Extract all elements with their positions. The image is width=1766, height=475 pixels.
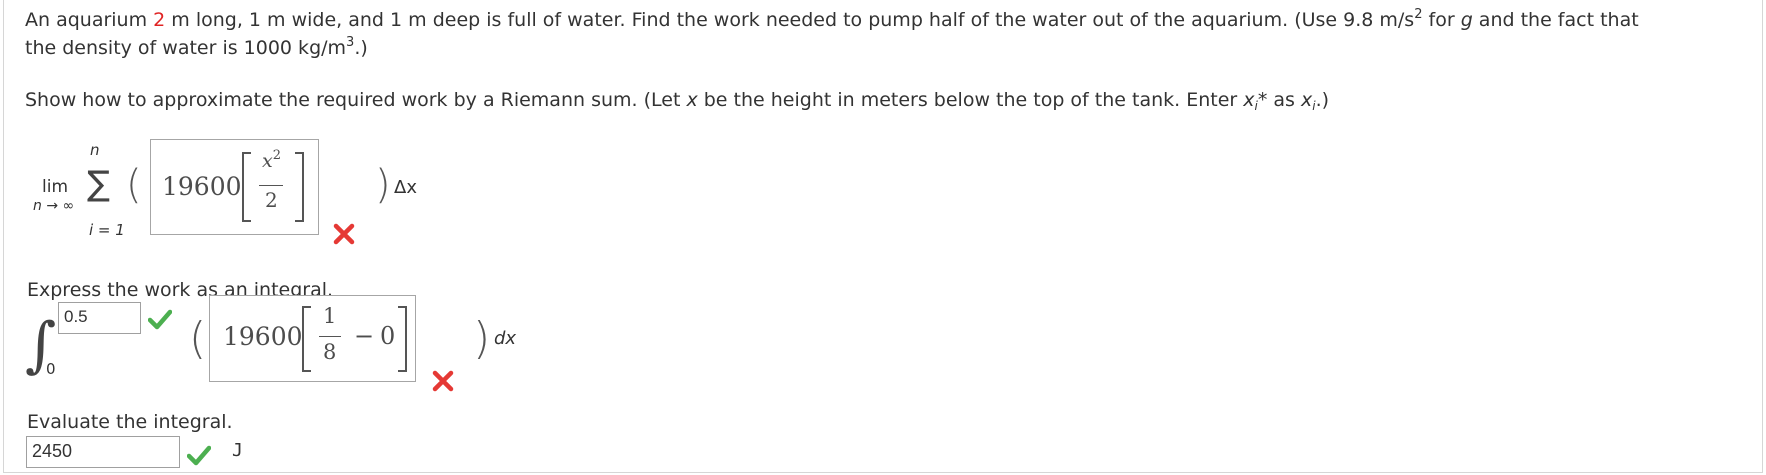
question-text: .)	[1315, 89, 1330, 111]
problem-text: .)	[354, 37, 368, 59]
question-panel	[3, 0, 1763, 473]
question-text: as	[1267, 89, 1301, 111]
answer-coefficient: 19600	[162, 172, 242, 201]
cross-icon	[432, 370, 454, 392]
length-value: 2	[153, 9, 166, 31]
check-icon	[148, 309, 172, 330]
star: *	[1257, 89, 1268, 111]
right-bracket	[398, 306, 407, 372]
problem-text: the density of water is 1000 kg/m	[25, 37, 347, 59]
integral-lower-limit: 0	[46, 360, 56, 378]
fraction-numerator: 1	[323, 304, 337, 328]
fraction-bar	[319, 336, 341, 337]
evaluate-answer-input[interactable]: 2450	[26, 436, 180, 468]
check-icon	[187, 445, 211, 466]
fraction-bar	[259, 185, 283, 186]
riemann-answer-box[interactable]: 19600 x2 2	[150, 139, 319, 235]
fraction-denominator: 8	[323, 340, 337, 364]
question-text: be the height in meters below the top of…	[697, 89, 1244, 111]
limit-label: lim	[42, 177, 69, 197]
question-text: Show how to approximate the required wor…	[25, 89, 687, 111]
right-bracket	[295, 152, 304, 222]
integral-answer-box[interactable]: 19600 1 8 − 0	[209, 295, 416, 382]
problem-line-1: An aquarium 2 m long, 1 m wide, and 1 m …	[25, 5, 1639, 36]
problem-line-2: the density of water is 1000 kg/m3.)	[25, 33, 368, 64]
integral-close-paren: )	[473, 313, 491, 364]
evaluate-label: Evaluate the integral.	[27, 411, 233, 433]
open-paren: (	[126, 162, 142, 208]
zero-term: 0	[380, 322, 396, 350]
dx-label: dx	[494, 328, 517, 349]
problem-text: and the fact that	[1472, 9, 1639, 31]
close-paren: )	[375, 162, 391, 208]
riemann-question: Show how to approximate the required wor…	[25, 85, 1329, 116]
answer-coefficient: 19600	[223, 322, 303, 351]
problem-text: An aquarium	[25, 9, 154, 31]
sum-lower-limit: i = 1	[89, 221, 125, 239]
left-bracket	[302, 306, 311, 372]
left-bracket	[242, 152, 251, 222]
variable-x: x	[1300, 89, 1313, 111]
problem-text: for	[1422, 9, 1461, 31]
variable-x: x	[686, 89, 698, 111]
delta-x: Δx	[394, 177, 417, 198]
problem-text: m long, 1 m wide, and 1 m deep is full o…	[165, 9, 1415, 31]
variable-g: g	[1460, 9, 1473, 31]
minus-sign: −	[354, 322, 375, 350]
cross-icon	[333, 223, 355, 245]
sigma-symbol: ∑	[87, 164, 110, 204]
variable-x: x	[1243, 89, 1255, 111]
unit-label: J	[232, 440, 243, 461]
upper-limit-input[interactable]: 0.5	[58, 302, 141, 334]
fraction-numerator: x2	[262, 148, 281, 172]
integral-open-paren: (	[189, 313, 207, 364]
fraction-denominator: 2	[265, 188, 278, 212]
limit-subscript: n → ∞	[33, 198, 75, 214]
sum-upper-limit: n	[90, 141, 100, 159]
